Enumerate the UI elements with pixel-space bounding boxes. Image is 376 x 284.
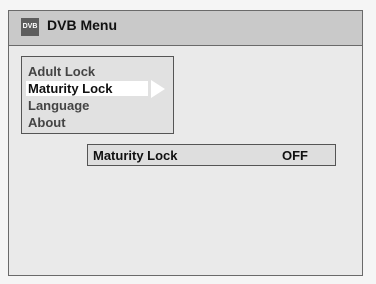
menu-item-language[interactable]: Language: [26, 98, 89, 113]
maturity-lock-setting[interactable]: Maturity Lock OFF: [87, 144, 336, 166]
menu-item-adult-lock[interactable]: Adult Lock: [26, 64, 95, 79]
setting-value: OFF: [282, 148, 308, 163]
menu-item-maturity-lock[interactable]: Maturity Lock: [26, 81, 148, 96]
setting-label: Maturity Lock: [93, 148, 178, 163]
dvb-logo-icon: DVB: [21, 18, 39, 36]
menu-title: DVB Menu: [47, 17, 117, 33]
title-bar: DVB DVB Menu: [8, 10, 363, 46]
right-arrow-icon: [151, 80, 165, 98]
menu-item-about[interactable]: About: [26, 115, 66, 130]
dvb-menu-screen: [8, 10, 363, 276]
